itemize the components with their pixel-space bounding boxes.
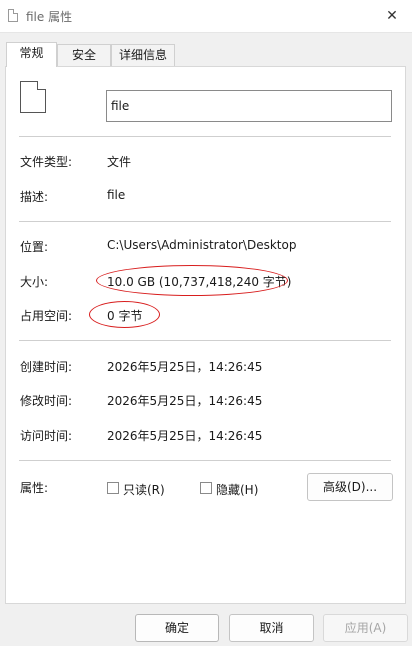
window-title: file 属性 [26, 10, 73, 24]
title-bar: file 属性 ✕ [0, 0, 412, 33]
size-on-disk-value: 0 字节 [107, 309, 143, 323]
description-value: file [107, 188, 126, 202]
accessed-value: 2026年5月25日，14:26:45 [107, 429, 263, 443]
attributes-label: 属性: [20, 481, 49, 495]
description-label: 描述: [20, 190, 49, 204]
separator [19, 136, 391, 137]
file-icon [8, 9, 18, 22]
size-value: 10.0 GB (10,737,418,240 字节) [107, 275, 292, 289]
file-type-value: 文件 [107, 155, 132, 169]
location-label: 位置: [20, 240, 49, 254]
tab-security[interactable]: 安全 [57, 44, 111, 66]
cancel-button[interactable]: 取消 [229, 614, 314, 642]
file-type-label: 文件类型: [20, 155, 73, 169]
separator [19, 460, 391, 461]
modified-label: 修改时间: [20, 394, 73, 408]
size-label: 大小: [20, 275, 49, 289]
created-value: 2026年5月25日，14:26:45 [107, 360, 263, 374]
tab-details[interactable]: 详细信息 [111, 44, 175, 66]
hidden-label: 隐藏(H) [216, 483, 259, 497]
general-panel [5, 66, 406, 604]
file-icon [20, 81, 46, 113]
created-label: 创建时间: [20, 360, 73, 374]
advanced-button[interactable]: 高级(D)... [307, 473, 393, 501]
accessed-label: 访问时间: [20, 429, 73, 443]
hidden-checkbox[interactable] [200, 482, 212, 494]
size-on-disk-label: 占用空间: [20, 309, 73, 323]
separator [19, 221, 391, 222]
close-button[interactable]: ✕ [372, 0, 412, 32]
readonly-label: 只读(R) [123, 483, 165, 497]
apply-button: 应用(A) [323, 614, 408, 642]
file-name-input[interactable] [106, 90, 392, 122]
location-value: C:\Users\Administrator\Desktop [107, 238, 297, 252]
tab-general[interactable]: 常规 [6, 42, 57, 67]
readonly-checkbox[interactable] [107, 482, 119, 494]
ok-button[interactable]: 确定 [135, 614, 219, 642]
modified-value: 2026年5月25日，14:26:45 [107, 394, 263, 408]
separator [19, 340, 391, 341]
